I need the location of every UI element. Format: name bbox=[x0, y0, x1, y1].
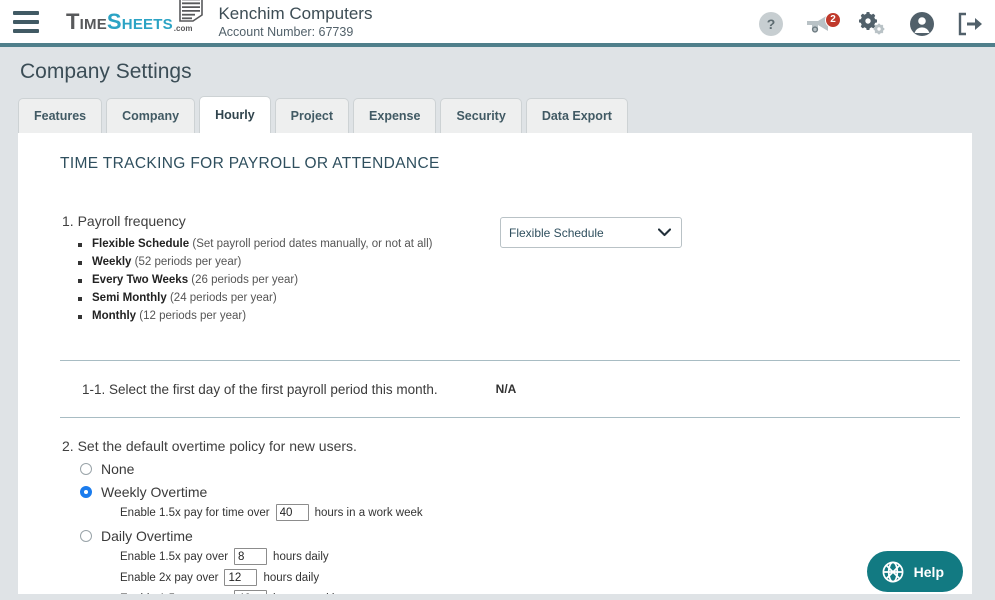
daily-threshold-suffix: hours daily bbox=[273, 550, 329, 563]
payroll-frequency-select[interactable]: Flexible ScheduleWeeklyEvery Two WeeksSe… bbox=[500, 217, 682, 248]
radio-option-daily-overtime[interactable]: Daily Overtime bbox=[80, 528, 950, 544]
weekly-threshold-prefix: Enable 1.5x pay for time over bbox=[120, 506, 270, 519]
weekly-threshold-suffix: hours in a work week bbox=[314, 506, 423, 519]
logout-button[interactable] bbox=[957, 12, 983, 36]
tab-company[interactable]: Company bbox=[106, 98, 196, 133]
logout-icon bbox=[958, 12, 982, 35]
announcements-button[interactable]: 2 bbox=[805, 11, 841, 35]
radio-option-none[interactable]: None bbox=[80, 461, 950, 477]
list-item: Monthly (12 periods per year) bbox=[78, 310, 950, 322]
list-item: Weekly (52 periods per year) bbox=[78, 256, 950, 268]
divider bbox=[60, 417, 960, 418]
settings-button[interactable] bbox=[857, 11, 887, 36]
logo-text-dotcom: .com bbox=[173, 23, 193, 33]
gears-icon bbox=[859, 11, 885, 34]
app-header: Time Sheets .com Kenchim Computers Account… bbox=[0, 0, 995, 47]
section-title: TIME TRACKING FOR PAYROLL OR ATTENDANCE bbox=[60, 155, 440, 172]
tab-project[interactable]: Project bbox=[274, 98, 350, 133]
tab-expense[interactable]: Expense bbox=[353, 98, 437, 133]
document-icon bbox=[179, 0, 204, 22]
weekly-overtime-hours-input[interactable] bbox=[275, 504, 309, 521]
hamburger-bar bbox=[13, 10, 39, 15]
radio-option-weekly-overtime[interactable]: Weekly Overtime bbox=[80, 484, 950, 500]
daily-2x-hours-input[interactable] bbox=[224, 569, 258, 586]
settings-content-panel: TIME TRACKING FOR PAYROLL OR ATTENDANCE … bbox=[18, 133, 972, 594]
account-number: Account Number: 67739 bbox=[218, 25, 354, 40]
frequency-name: Every Two Weeks bbox=[92, 274, 189, 286]
frequency-desc: (26 periods per year) bbox=[191, 274, 299, 286]
tab-security[interactable]: Security bbox=[440, 98, 522, 133]
help-widget-label: Help bbox=[913, 563, 944, 580]
overtime-policy-heading: 2. Set the default overtime policy for n… bbox=[62, 438, 357, 454]
first-day-value: N/A bbox=[495, 382, 517, 396]
frequency-desc: (52 periods per year) bbox=[134, 256, 242, 268]
question-mark-icon: ? bbox=[759, 11, 783, 36]
user-avatar-icon bbox=[910, 11, 934, 36]
list-item: Semi Monthly (24 periods per year) bbox=[78, 292, 950, 304]
radio-daily-overtime[interactable] bbox=[80, 530, 92, 542]
daily-1-5x-hours-input[interactable] bbox=[234, 548, 268, 565]
list-item: Every Two Weeks (26 periods per year) bbox=[78, 274, 950, 286]
radio-none[interactable] bbox=[80, 463, 92, 475]
help-widget-button[interactable]: Help bbox=[866, 551, 963, 592]
tab-data-export[interactable]: Data Export bbox=[525, 98, 628, 133]
daily-overtime-row: Enable 1.5x pay over hours daily bbox=[120, 548, 950, 565]
radio-none-label: None bbox=[101, 461, 135, 477]
header-icon-bar: ? 2 bbox=[759, 0, 983, 47]
first-day-row: 1-1. Select the first day of the first p… bbox=[82, 361, 950, 417]
notification-badge: 2 bbox=[825, 11, 841, 28]
daily-threshold-suffix: hours daily bbox=[263, 571, 320, 584]
daily-threshold-prefix: Enable 2x pay over bbox=[120, 571, 219, 584]
company-name: Kenchim Computers bbox=[218, 3, 373, 23]
hamburger-bar bbox=[13, 19, 39, 24]
frequency-name: Flexible Schedule bbox=[92, 238, 190, 250]
frequency-name: Weekly bbox=[92, 256, 132, 268]
account-button[interactable] bbox=[909, 11, 935, 37]
frequency-name: Monthly bbox=[92, 310, 137, 322]
daily-overtime-row: Enable 2x pay over hours daily bbox=[120, 569, 950, 586]
daily-weekly-hours-input[interactable] bbox=[234, 590, 268, 594]
weekly-threshold-prefix: Enable 1.5x pay over bbox=[120, 593, 228, 595]
company-info: Kenchim Computers Account Number: 67739 bbox=[218, 4, 372, 39]
payroll-frequency-select-wrapper: Flexible ScheduleWeeklyEvery Two WeeksSe… bbox=[500, 217, 682, 248]
daily-overtime-row: Enable 1.5x pay over hours weekly bbox=[120, 590, 950, 594]
timesheets-logo[interactable]: Time Sheets .com bbox=[66, 0, 204, 35]
frequency-desc: (12 periods per year) bbox=[139, 310, 247, 322]
weekly-overtime-threshold-row: Enable 1.5x pay for time over hours in a… bbox=[120, 504, 950, 521]
payroll-frequency-list: Flexible Schedule (Set payroll period da… bbox=[78, 238, 950, 322]
globe-icon bbox=[882, 561, 904, 582]
frequency-name: Semi Monthly bbox=[92, 292, 167, 304]
logo-text-sheets: Sheets bbox=[106, 8, 173, 34]
radio-weekly-overtime-label: Weekly Overtime bbox=[101, 484, 208, 500]
logo-text-time: Time bbox=[66, 8, 107, 34]
frequency-desc: (24 periods per year) bbox=[169, 292, 277, 304]
tab-features[interactable]: Features bbox=[18, 98, 103, 133]
first-day-label: 1-1. Select the first day of the first p… bbox=[82, 381, 438, 397]
hamburger-bar bbox=[13, 28, 39, 33]
settings-tab-bar: Features Company Hourly Project Expense … bbox=[18, 96, 995, 133]
page-title: Company Settings bbox=[20, 60, 192, 83]
weekly-threshold-suffix: hours weekly bbox=[273, 593, 340, 595]
hamburger-menu-icon[interactable] bbox=[13, 10, 39, 33]
tab-hourly[interactable]: Hourly bbox=[199, 96, 271, 133]
radio-daily-overtime-label: Daily Overtime bbox=[101, 528, 193, 544]
frequency-desc: (Set payroll period dates manually, or n… bbox=[192, 238, 433, 250]
daily-threshold-prefix: Enable 1.5x pay over bbox=[120, 550, 229, 563]
radio-weekly-overtime[interactable] bbox=[80, 486, 92, 498]
help-button[interactable]: ? bbox=[759, 11, 783, 36]
